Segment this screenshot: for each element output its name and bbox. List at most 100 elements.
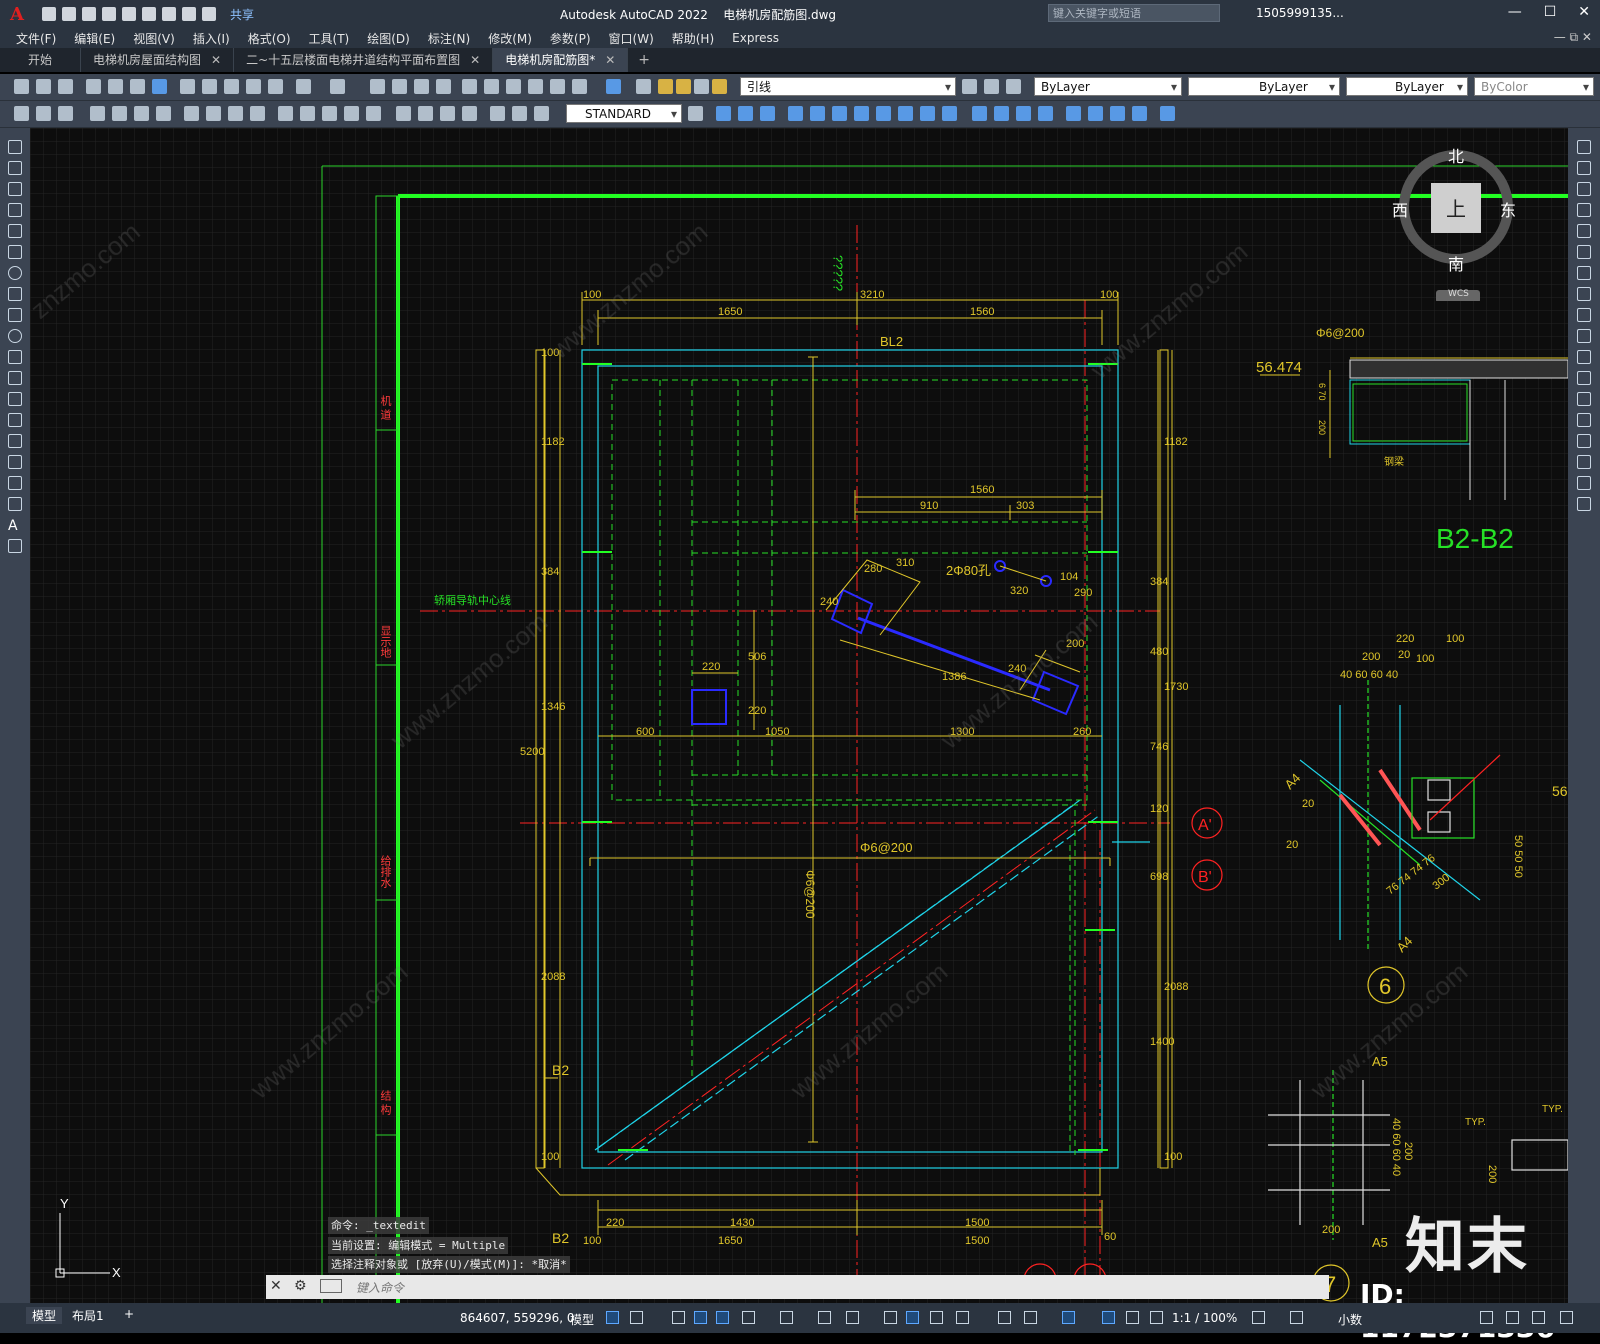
mirror-icon[interactable]: [760, 106, 775, 121]
viewcube-east[interactable]: 东: [1500, 197, 1516, 221]
erase-icon[interactable]: [1577, 140, 1591, 154]
insert-block-icon[interactable]: [8, 371, 22, 385]
command-line[interactable]: ✕ ⚙ 键入命令: [266, 1275, 1329, 1299]
polyline-icon[interactable]: [8, 182, 22, 196]
workspace-gear-icon[interactable]: [1252, 1311, 1265, 1324]
text-style-select[interactable]: STANDARD ▾: [566, 104, 682, 123]
center-mark-icon[interactable]: [418, 106, 433, 121]
cut-icon[interactable]: [180, 79, 195, 94]
redo-icon[interactable]: [202, 7, 216, 21]
add-layout-button[interactable]: +: [124, 1307, 134, 1321]
close-icon[interactable]: ✕: [1578, 4, 1590, 20]
selection-filter-icon[interactable]: [1024, 1311, 1037, 1324]
new-icon[interactable]: [14, 79, 29, 94]
ellipse-arc-icon[interactable]: [8, 350, 22, 364]
model-tab[interactable]: 模型: [26, 1307, 63, 1324]
isodraft-icon[interactable]: [780, 1311, 793, 1324]
rotate-icon[interactable]: [1577, 266, 1591, 280]
model-space-toggle[interactable]: 模型: [570, 1311, 594, 1328]
print-icon[interactable]: [86, 79, 101, 94]
selection-cycling-icon[interactable]: [930, 1311, 943, 1324]
dim-update-icon[interactable]: [534, 106, 549, 121]
dim-style-icon[interactable]: [688, 106, 703, 121]
align-icon[interactable]: [1110, 106, 1125, 121]
stretch-icon[interactable]: [898, 106, 913, 121]
dynamic-ucs-icon[interactable]: [998, 1311, 1011, 1324]
layer-select[interactable]: 引线 ▾: [740, 77, 956, 96]
menu-edit[interactable]: 编辑(E): [74, 30, 115, 47]
trim-icon[interactable]: [920, 106, 935, 121]
paste-icon[interactable]: [224, 79, 239, 94]
add-selected-icon[interactable]: [8, 539, 22, 553]
open-icon[interactable]: [62, 7, 76, 21]
grid-icon[interactable]: [606, 1311, 619, 1324]
zoom-realtime-icon[interactable]: [392, 79, 407, 94]
isolate-objects-icon[interactable]: [1480, 1311, 1493, 1324]
dim-edit-icon[interactable]: [490, 106, 505, 121]
aligned-dim-icon[interactable]: [112, 106, 127, 121]
scale-icon[interactable]: [876, 106, 891, 121]
command-prompt-icon[interactable]: [320, 1279, 342, 1293]
draw-icon[interactable]: [14, 106, 29, 121]
help-icon[interactable]: [606, 79, 621, 94]
ortho-icon[interactable]: [716, 1311, 729, 1324]
lineweight-icon[interactable]: [884, 1311, 897, 1324]
region-icon[interactable]: [8, 476, 22, 490]
arc-length-icon[interactable]: [134, 106, 149, 121]
menu-help[interactable]: 帮助(H): [672, 30, 714, 47]
break-icon[interactable]: [1577, 392, 1591, 406]
customization-icon[interactable]: [1560, 1311, 1573, 1324]
undo-icon[interactable]: [182, 7, 196, 21]
join-icon[interactable]: [994, 106, 1009, 121]
hardware-acceleration-icon[interactable]: [1506, 1311, 1519, 1324]
block-editor-icon[interactable]: [268, 79, 283, 94]
continue-dim-icon[interactable]: [322, 106, 337, 121]
polar-icon[interactable]: [742, 1311, 755, 1324]
explode-icon[interactable]: [1577, 497, 1591, 511]
layer-properties-icon[interactable]: [636, 79, 651, 94]
radius-dim-icon[interactable]: [184, 106, 199, 121]
lineweight-select[interactable]: ByLayer ▾: [1346, 77, 1468, 96]
new-icon[interactable]: [42, 7, 56, 21]
stretch-icon[interactable]: [1577, 308, 1591, 322]
search-input[interactable]: 键入关键字或短语: [1048, 4, 1220, 22]
user-account[interactable]: 1505999135...: [1256, 6, 1344, 20]
annotation-scale[interactable]: 1:1 / 100%: [1172, 1311, 1237, 1325]
menu-modify[interactable]: 修改(M): [488, 30, 532, 47]
close-icon[interactable]: ✕: [211, 48, 221, 72]
tolerance-icon[interactable]: [396, 106, 411, 121]
blend-icon[interactable]: [1577, 476, 1591, 490]
join-icon[interactable]: [1577, 413, 1591, 427]
match-properties-icon[interactable]: [246, 79, 261, 94]
object-snap-tracking-icon[interactable]: [818, 1311, 831, 1324]
units-readout[interactable]: 小数: [1338, 1311, 1362, 1328]
inspect-icon[interactable]: [440, 106, 455, 121]
upload-icon[interactable]: [142, 7, 156, 21]
viewcube[interactable]: 北 南 东 西 上 WCS: [1392, 135, 1542, 301]
3d-osnap-icon[interactable]: [956, 1311, 969, 1324]
blend-icon[interactable]: [1088, 106, 1103, 121]
annotation-scale-icon[interactable]: [1150, 1311, 1163, 1324]
quick-dim-icon[interactable]: [278, 106, 293, 121]
mirror-icon[interactable]: [1577, 182, 1591, 196]
fillet-icon[interactable]: [1577, 455, 1591, 469]
layer-state-icon[interactable]: [1006, 79, 1021, 94]
chamfer-icon[interactable]: [1577, 434, 1591, 448]
undo-icon[interactable]: [296, 79, 311, 94]
menu-file[interactable]: 文件(F): [16, 30, 56, 47]
tab-roof-structure[interactable]: 电梯机房屋面结构图 ✕: [81, 48, 235, 72]
tab-floor-structure[interactable]: 二~十五层楼面电梯井道结构平面布置图 ✕: [234, 48, 494, 72]
chamfer-icon[interactable]: [1016, 106, 1031, 121]
menu-parametric[interactable]: 参数(P): [550, 30, 591, 47]
gradient-icon[interactable]: [8, 455, 22, 469]
open-icon[interactable]: [36, 79, 51, 94]
layer-lock-icon[interactable]: [712, 79, 727, 94]
menu-view[interactable]: 视图(V): [133, 30, 175, 47]
customize-icon[interactable]: ⚙: [294, 1278, 307, 1294]
break-icon[interactable]: [972, 106, 987, 121]
color-select[interactable]: ByLayer ▾: [1034, 77, 1182, 96]
linear-dim-icon[interactable]: [90, 106, 105, 121]
layer-freeze-icon[interactable]: [676, 79, 691, 94]
menu-express[interactable]: Express: [732, 31, 779, 45]
tab-start[interactable]: 开始: [0, 48, 82, 72]
